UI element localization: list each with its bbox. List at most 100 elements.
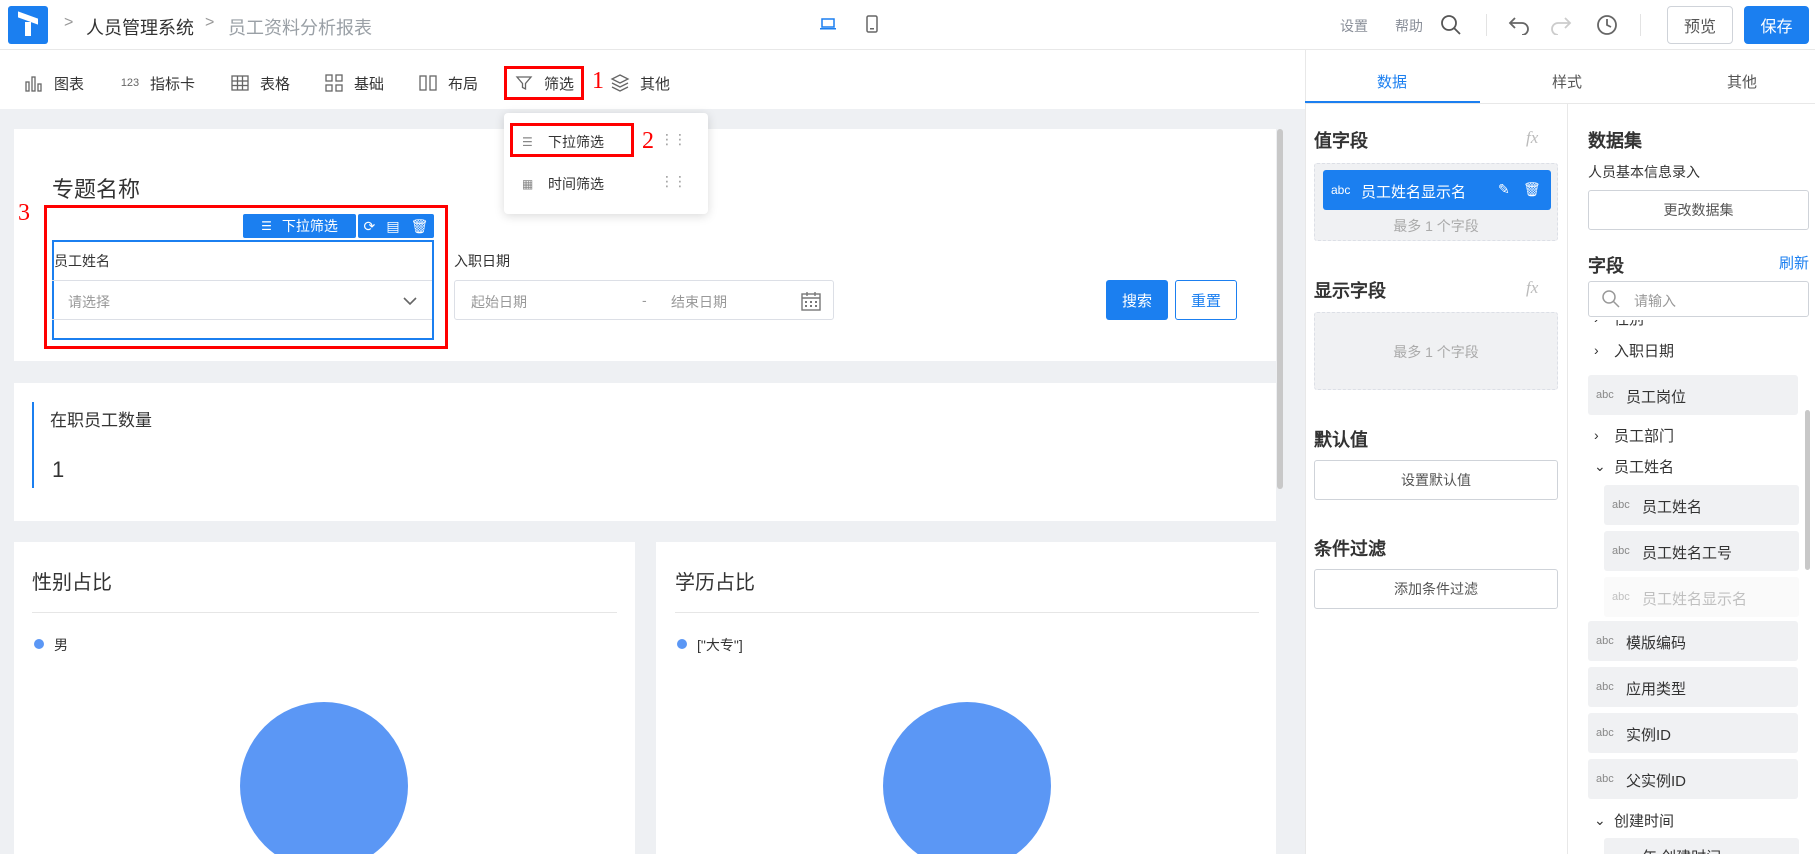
gender-pie-chart[interactable] [239, 701, 409, 854]
display-field-title: 显示字段 [1314, 281, 1386, 301]
toolbar-item-other[interactable]: 其他 [610, 71, 670, 95]
chevron-right-icon: › [1594, 342, 1599, 358]
start-date-input[interactable]: 起始日期 [471, 292, 527, 312]
undo-icon[interactable] [1508, 15, 1530, 35]
chevron-down-icon: ⌄ [1594, 811, 1606, 828]
pie-slice-college[interactable] [883, 702, 1051, 854]
tree-group-label: 创建时间 [1614, 812, 1675, 830]
select-placeholder: 请选择 [68, 294, 110, 310]
change-dataset-button[interactable]: 更改数据集 [1588, 190, 1809, 230]
history-clock-icon[interactable] [1596, 14, 1618, 36]
value-field-chip[interactable]: abc 员工姓名显示名 ✎ 🗑 [1323, 170, 1551, 210]
field-label: 员工姓名工号 [1642, 545, 1733, 562]
search-icon[interactable] [1440, 14, 1462, 36]
laptop-icon[interactable] [820, 15, 836, 33]
annotation-box-1 [504, 66, 584, 100]
trash-icon[interactable]: 🗑 [411, 218, 429, 235]
drag-handle-icon[interactable]: ⋮⋮ [660, 173, 687, 190]
employee-name-label: 员工姓名 [54, 253, 110, 269]
tab-other[interactable]: 其他 [1727, 71, 1757, 92]
fx-icon[interactable]: fx [1526, 128, 1538, 148]
edit-icon[interactable]: ✎ [1498, 181, 1510, 198]
toolbar-item-table[interactable]: 表格 [230, 71, 290, 95]
display-field-dropzone[interactable]: 最多 1 个字段 [1314, 312, 1558, 390]
app-logo[interactable] [8, 6, 48, 44]
field-tree-scrollbar[interactable] [1805, 410, 1810, 570]
breadcrumb-app[interactable]: 人员管理系统 [86, 14, 194, 40]
end-date-input[interactable]: 结束日期 [671, 292, 727, 312]
field-item-employee-id[interactable]: abc 员工姓名工号 [1604, 531, 1799, 571]
toolbar-item-indicator-card[interactable]: 123 指标卡 [120, 71, 195, 95]
toolbar-item-chart[interactable]: 图表 [24, 71, 84, 95]
chevron-down-icon [403, 297, 417, 306]
component-tools: ⟳ ▤ 🗑 [358, 214, 434, 238]
mobile-icon[interactable] [864, 15, 880, 33]
table-icon [231, 75, 249, 91]
field-label: 模版编码 [1626, 635, 1687, 652]
tree-group-employee-name[interactable]: ⌄ 员工姓名 [1594, 454, 1674, 478]
kpi-card[interactable] [14, 383, 1276, 521]
employee-name-select[interactable]: 请选择 [52, 280, 432, 320]
add-condition-filter-button[interactable]: 添加条件过滤 [1314, 569, 1558, 609]
tree-group-gender[interactable]: › 性别 [1594, 320, 1644, 330]
chart-title: 性别占比 [32, 572, 112, 594]
field-type-badge: abc [1596, 727, 1614, 739]
field-item-position[interactable]: abc 员工岗位 [1588, 375, 1798, 415]
refresh-link[interactable]: 刷新 [1779, 252, 1809, 273]
field-item-instance-id[interactable]: abc 实例ID [1588, 713, 1798, 753]
help-link[interactable]: 帮助 [1395, 16, 1423, 36]
copy-icon[interactable]: ▤ [386, 218, 399, 235]
drag-handle-icon[interactable]: ⋮⋮ [660, 131, 687, 148]
trash-icon[interactable]: 🗑 [1523, 181, 1541, 198]
redo-icon[interactable] [1550, 15, 1572, 35]
toolbar-item-layout[interactable]: 布局 [418, 71, 478, 95]
tab-data[interactable]: 数据 [1377, 71, 1407, 92]
top-bar: > 人员管理系统 > 员工资料分析报表 设置 帮助 预览 保存 [0, 0, 1815, 50]
date-separator: - [642, 292, 647, 308]
field-type-badge: abc [1596, 681, 1614, 693]
set-default-value-button[interactable]: 设置默认值 [1314, 460, 1558, 500]
tree-group-department[interactable]: › 员工部门 [1594, 423, 1674, 447]
refresh-icon[interactable]: ⟳ [364, 218, 376, 235]
field-search-input[interactable]: 请输入 [1588, 281, 1809, 317]
columns-icon [419, 75, 437, 91]
tree-group-created-time[interactable]: ⌄ 创建时间 [1594, 808, 1674, 832]
legend-marker [34, 639, 44, 649]
search-icon [1602, 290, 1620, 308]
value-field-title: 值字段 [1314, 131, 1368, 151]
hire-date-range[interactable]: 起始日期 - 结束日期 [454, 280, 834, 320]
calendar-icon [801, 292, 821, 311]
field-item-template-code[interactable]: abc 模版编码 [1588, 621, 1798, 661]
selected-component-label: 下拉筛选 [281, 218, 338, 234]
fx-icon[interactable]: fx [1526, 278, 1538, 298]
annotation-number-1: 1 [592, 68, 604, 94]
field-item-app-type[interactable]: abc 应用类型 [1588, 667, 1798, 707]
field-label: 员工姓名显示名 [1642, 591, 1748, 608]
field-type-badge: abc [1596, 773, 1614, 785]
filter-lines-icon: ☰ [261, 219, 272, 233]
kpi-accent-bar [32, 402, 34, 488]
toolbar-item-label: 其他 [640, 75, 671, 93]
reset-button[interactable]: 重置 [1175, 280, 1237, 320]
pie-slice-male[interactable] [240, 702, 408, 854]
dropzone-hint: 最多 1 个字段 [1393, 344, 1479, 360]
toolbar-item-basic[interactable]: 基础 [324, 71, 384, 95]
tab-style[interactable]: 样式 [1552, 71, 1582, 92]
field-item-employee-name[interactable]: abc 员工姓名 [1604, 485, 1799, 525]
education-pie-chart[interactable] [882, 701, 1052, 854]
search-button[interactable]: 搜索 [1106, 280, 1168, 320]
field-type-badge: abc [1612, 545, 1630, 557]
canvas-scrollbar[interactable] [1277, 129, 1283, 489]
breadcrumb-report[interactable]: 员工资料分析报表 [228, 14, 372, 40]
settings-link[interactable]: 设置 [1340, 16, 1368, 36]
field-tree: › 性别 › 入职日期 abc 员工岗位 › 员工部门 ⌄ 员工姓名 abc 员… [1568, 320, 1815, 854]
divider [1640, 14, 1641, 36]
topic-title: 专题名称 [52, 177, 141, 202]
tree-group-hire-date[interactable]: › 入职日期 [1594, 338, 1674, 362]
popover-item-time-filter[interactable]: ▦ 时间筛选 [522, 174, 604, 194]
selected-component-tag: ☰ 下拉筛选 [243, 214, 356, 238]
field-item-created-year[interactable]: 年 创建时间 [1604, 838, 1799, 854]
field-item-parent-instance-id[interactable]: abc 父实例ID [1588, 759, 1798, 799]
save-button[interactable]: 保存 [1744, 6, 1809, 44]
preview-button[interactable]: 预览 [1667, 6, 1733, 44]
